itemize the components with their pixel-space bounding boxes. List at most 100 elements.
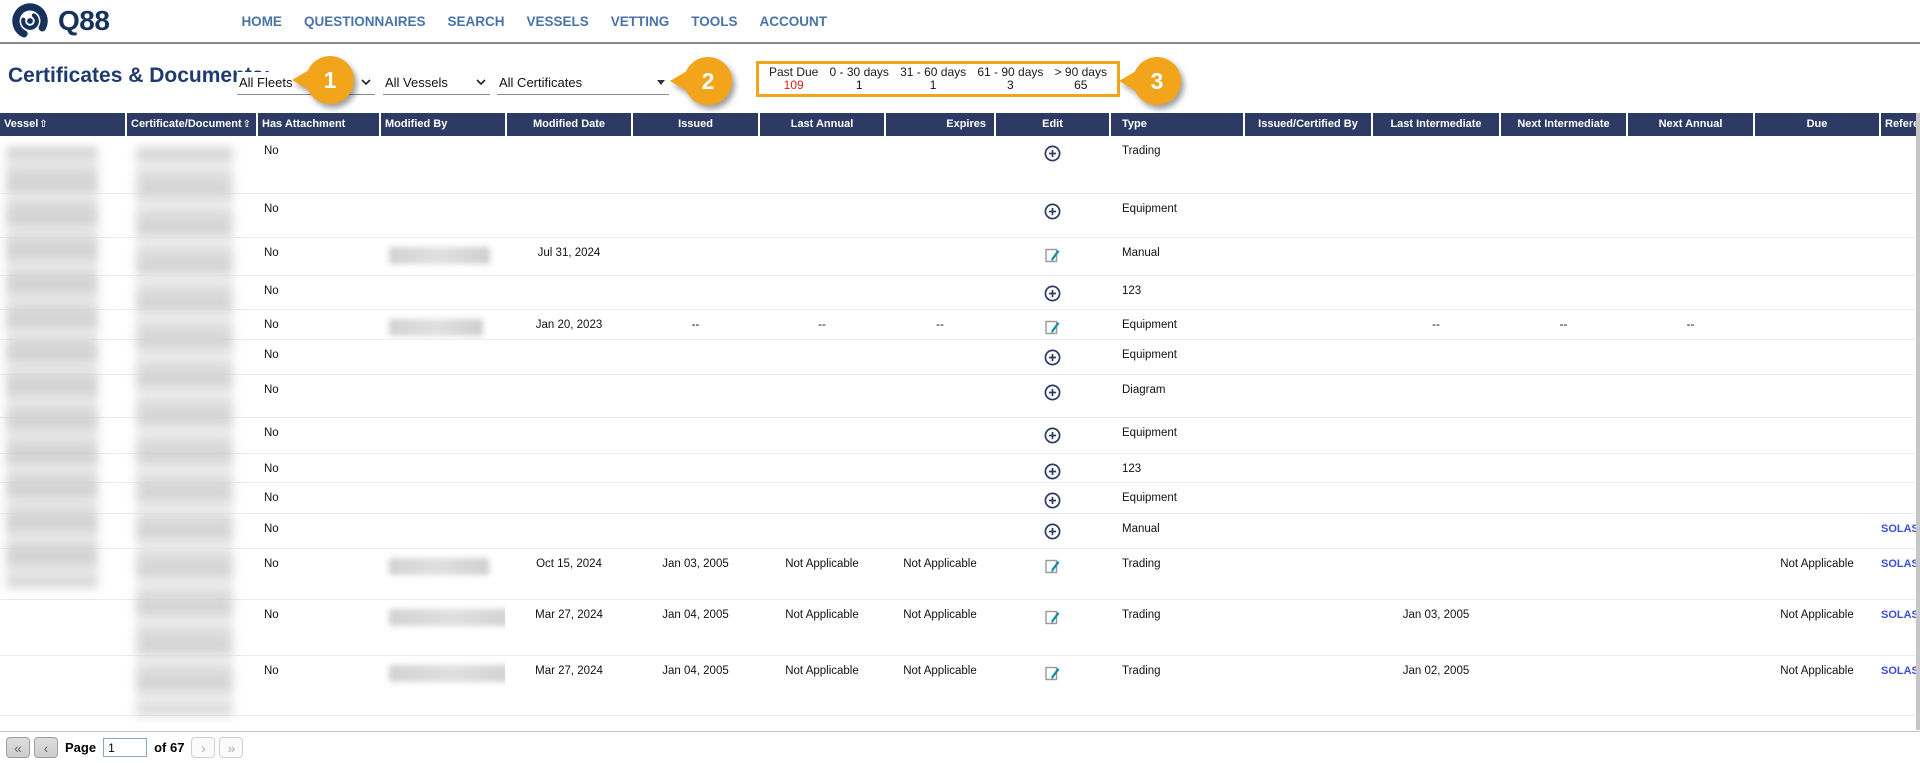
- cell-reference: SOLAS: [1881, 656, 1919, 715]
- cell-reference: [1881, 418, 1919, 453]
- summary-90-days[interactable]: > 90 days65: [1055, 66, 1107, 92]
- prev-page-button[interactable]: ‹: [34, 737, 58, 758]
- vessel-filter-value: All Vessels: [385, 75, 448, 90]
- cell-type: Equipment: [1111, 483, 1243, 513]
- cell-edit: [996, 549, 1109, 599]
- reference-link[interactable]: SOLAS: [1881, 665, 1919, 677]
- col-header-label: Reference: [1885, 118, 1919, 130]
- cell-issued_certified_by: [1245, 340, 1371, 374]
- cell-modified_date: [507, 194, 631, 237]
- cell-has_attachment: No: [258, 238, 379, 275]
- cell-issued: [633, 375, 758, 417]
- cell-next_annual: [1628, 375, 1753, 417]
- cell-next_intermediate: [1501, 549, 1626, 599]
- reference-link[interactable]: SOLAS: [1881, 558, 1919, 570]
- cell-due: [1755, 418, 1879, 453]
- nav-item-vessels[interactable]: VESSELS: [526, 14, 588, 29]
- cell-reference: [1881, 454, 1919, 482]
- cell-vessel: [0, 656, 125, 715]
- summary-past-due[interactable]: Past Due109: [769, 66, 818, 92]
- summary-31-60-days[interactable]: 31 - 60 days1: [900, 66, 966, 92]
- nav-item-vetting[interactable]: VETTING: [611, 14, 670, 29]
- cell-edit: [996, 310, 1109, 339]
- add-certificate-icon[interactable]: [1044, 523, 1061, 540]
- cell-type: 123: [1111, 454, 1243, 482]
- last-page-button[interactable]: »: [219, 737, 243, 758]
- col-header-expires[interactable]: Expires: [886, 113, 994, 136]
- add-certificate-icon[interactable]: [1044, 463, 1061, 480]
- cell-next_annual: --: [1628, 310, 1753, 339]
- col-header-last-intermediate[interactable]: Last Intermediate: [1373, 113, 1499, 136]
- col-header-label: Last Intermediate: [1390, 118, 1481, 130]
- add-certificate-icon[interactable]: [1044, 384, 1061, 401]
- cell-due: [1755, 483, 1879, 513]
- cell-modified_by: [381, 483, 505, 513]
- col-header-last-annual[interactable]: Last Annual: [760, 113, 884, 136]
- add-certificate-icon[interactable]: [1044, 145, 1061, 162]
- cell-expires: --: [886, 310, 994, 339]
- summary-61-90-days[interactable]: 61 - 90 days3: [977, 66, 1043, 92]
- reference-link[interactable]: SOLAS: [1881, 523, 1919, 535]
- col-header-type[interactable]: Type: [1111, 113, 1243, 136]
- cell-due: [1755, 238, 1879, 275]
- cell-due: [1755, 194, 1879, 237]
- vertical-scrollbar[interactable]: [1916, 113, 1920, 730]
- col-header-vessel[interactable]: Vessel⇧: [0, 113, 125, 136]
- cell-next_intermediate: [1501, 340, 1626, 374]
- col-header-label: Edit: [1042, 118, 1063, 130]
- add-certificate-icon[interactable]: [1044, 492, 1061, 509]
- col-header-modified-by[interactable]: Modified By: [381, 113, 505, 136]
- redacted-modified-by: [389, 609, 505, 626]
- certificate-filter-select[interactable]: All Certificates: [497, 72, 669, 95]
- table-row: NoMar 27, 2024Jan 04, 2005Not Applicable…: [0, 600, 1919, 656]
- first-page-button[interactable]: «: [6, 737, 30, 758]
- cell-reference: [1881, 340, 1919, 374]
- add-certificate-icon[interactable]: [1044, 349, 1061, 366]
- reference-link[interactable]: SOLAS: [1881, 609, 1919, 621]
- add-certificate-icon[interactable]: [1044, 427, 1061, 444]
- cell-next_intermediate: [1501, 454, 1626, 482]
- col-header-next-annual[interactable]: Next Annual: [1628, 113, 1753, 136]
- nav-item-account[interactable]: ACCOUNT: [760, 14, 828, 29]
- cell-reference: [1881, 276, 1919, 309]
- cell-next_annual: [1628, 600, 1753, 655]
- col-header-next-intermediate[interactable]: Next Intermediate: [1501, 113, 1626, 136]
- add-certificate-icon[interactable]: [1044, 285, 1061, 302]
- cell-last_intermediate: [1373, 418, 1499, 453]
- col-header-label: Next Intermediate: [1517, 118, 1609, 130]
- cell-has_attachment: No: [258, 656, 379, 715]
- cell-due: [1755, 375, 1879, 417]
- col-header-issued[interactable]: Issued: [633, 113, 758, 136]
- cell-last_intermediate: [1373, 375, 1499, 417]
- q88-logo[interactable]: Q88: [10, 1, 109, 41]
- cell-issued_certified_by: [1245, 454, 1371, 482]
- col-header-has-attachment[interactable]: Has Attachment: [258, 113, 379, 136]
- nav-item-search[interactable]: SEARCH: [447, 14, 504, 29]
- cell-last_intermediate: [1373, 276, 1499, 309]
- page-number-input[interactable]: [103, 738, 147, 757]
- col-header-issued-certified-by[interactable]: Issued/Certified By: [1245, 113, 1371, 136]
- edit-certificate-icon[interactable]: [1044, 247, 1061, 264]
- col-header-reference[interactable]: Reference: [1881, 113, 1919, 136]
- edit-certificate-icon[interactable]: [1044, 665, 1061, 682]
- col-header-certificate-document[interactable]: Certificate/Document⇧: [127, 113, 256, 136]
- summary-0-30-days[interactable]: 0 - 30 days1: [830, 66, 889, 92]
- table-row: No123: [0, 454, 1919, 483]
- col-header-edit[interactable]: Edit: [996, 113, 1109, 136]
- add-certificate-icon[interactable]: [1044, 203, 1061, 220]
- col-header-modified-date[interactable]: Modified Date: [507, 113, 631, 136]
- edit-certificate-icon[interactable]: [1044, 609, 1061, 626]
- vessel-filter-select[interactable]: All Vessels: [383, 72, 490, 95]
- nav-item-questionnaires[interactable]: QUESTIONNAIRES: [304, 14, 426, 29]
- next-page-button[interactable]: ›: [191, 737, 215, 758]
- col-header-label: Next Annual: [1659, 118, 1723, 130]
- cell-edit: [996, 600, 1109, 655]
- nav-item-tools[interactable]: TOOLS: [691, 14, 737, 29]
- edit-certificate-icon[interactable]: [1044, 558, 1061, 575]
- summary-value: 65: [1055, 79, 1107, 92]
- cell-reference: SOLAS: [1881, 514, 1919, 548]
- edit-certificate-icon[interactable]: [1044, 319, 1061, 336]
- nav-item-home[interactable]: HOME: [241, 14, 282, 29]
- cell-next_intermediate: [1501, 238, 1626, 275]
- col-header-due[interactable]: Due: [1755, 113, 1879, 136]
